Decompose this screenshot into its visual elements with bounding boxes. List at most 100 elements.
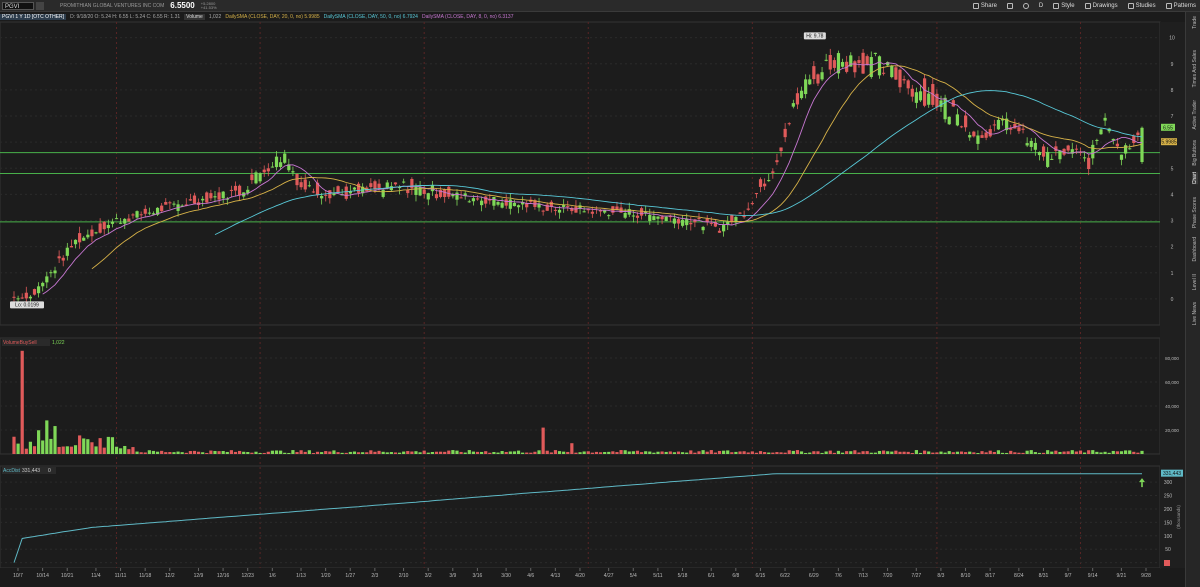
candle-body <box>1087 157 1091 170</box>
candle-body <box>459 197 463 199</box>
volume-bar <box>102 447 106 454</box>
accdist-value: 331,443 <box>22 468 40 474</box>
volume-bar <box>303 451 307 454</box>
candle-body <box>754 193 759 195</box>
candle-body <box>914 92 918 103</box>
volume-bar <box>918 452 923 454</box>
volume-bar <box>213 450 217 454</box>
volume-bar <box>1099 452 1103 454</box>
volume-bar <box>771 452 775 454</box>
volume-bar <box>135 451 139 454</box>
volume-bar <box>426 452 430 454</box>
last-price-tag-label: 6.55 <box>1163 125 1173 131</box>
x-tick-label: 5/11 <box>653 573 663 579</box>
candle-body <box>992 124 996 126</box>
candle-body <box>648 214 652 222</box>
candle-body <box>816 74 820 84</box>
volume-bar <box>1087 450 1091 454</box>
volume-tick-label: 80,000 <box>1165 356 1179 361</box>
candle-body <box>598 210 603 212</box>
volume-bar <box>639 452 644 454</box>
accdist-tick-label: 300 <box>1164 480 1173 486</box>
volume-bar <box>344 452 348 454</box>
candle-body <box>233 185 238 191</box>
candle-body <box>590 211 594 214</box>
candle-body <box>808 79 812 85</box>
candle-body <box>1033 142 1037 150</box>
sidebar-tab-phase-scores[interactable]: Phase Scores <box>1192 197 1198 228</box>
volume-bar <box>373 451 377 454</box>
volume-bar <box>988 450 992 454</box>
volume-bar <box>955 451 960 454</box>
volume-bar <box>1029 450 1033 454</box>
candle-body <box>771 171 775 173</box>
volume-bar <box>291 450 295 454</box>
volume-bar <box>1054 450 1058 454</box>
sidebar-tab-level-ii[interactable]: Level II <box>1192 274 1198 290</box>
volume-bar <box>205 452 209 454</box>
accdist-tick-label: 250 <box>1164 494 1173 500</box>
chart-canvas[interactable]: 012345678910Hi: 9.78Lo: 0.01996.555.9985… <box>0 0 1185 587</box>
candle-body <box>82 237 86 241</box>
sidebar-tab-trade[interactable]: Trade <box>1192 16 1198 29</box>
candle-body <box>369 183 373 187</box>
volume-bar <box>980 451 984 454</box>
volume-bar <box>557 451 562 454</box>
volume-bar <box>1128 450 1132 454</box>
candle-body <box>955 114 960 126</box>
candle-body <box>701 226 705 231</box>
candle-body <box>168 202 172 204</box>
volume-bar <box>976 453 980 454</box>
volume-bar <box>877 450 882 454</box>
volume-bar <box>824 451 828 454</box>
volume-bar <box>931 452 935 454</box>
volume-bar <box>845 451 849 454</box>
candle-body <box>853 61 857 73</box>
x-tick-label: 4/6 <box>527 573 534 579</box>
volume-bar <box>574 452 578 454</box>
volume-bar <box>434 451 439 454</box>
volume-bar <box>356 452 361 454</box>
candle-body <box>738 212 742 214</box>
candle-body <box>791 103 795 107</box>
sidebar-tab-chart[interactable]: Chart <box>1192 172 1198 185</box>
accdist-unit-label: (thousands) <box>1176 505 1181 529</box>
sidebar-tab-live-news[interactable]: Live News <box>1192 302 1198 325</box>
candle-body <box>1103 117 1107 121</box>
volume-bar <box>37 430 41 454</box>
candle-body <box>783 128 787 138</box>
candle-body <box>804 79 808 95</box>
volume-bar <box>1066 451 1070 454</box>
volume-bar <box>816 451 820 454</box>
candle-body <box>660 216 664 220</box>
candle-body <box>964 115 968 128</box>
candle-body <box>426 193 430 200</box>
sidebar-tab-dashboard[interactable]: Dashboard <box>1192 237 1198 261</box>
volume-bar <box>238 450 242 454</box>
volume-bar <box>221 451 225 454</box>
accdist-tick-label: 50 <box>1165 547 1171 553</box>
x-tick-label: 2/10 <box>399 573 409 579</box>
x-tick-label: 6/8 <box>732 573 739 579</box>
x-tick-label: 4/13 <box>550 573 560 579</box>
volume-bar <box>459 451 463 454</box>
candle-body <box>32 289 37 295</box>
candle-body <box>504 199 508 206</box>
candle-body <box>722 224 726 232</box>
volume-bar <box>582 451 586 454</box>
volume-bar <box>1070 450 1074 454</box>
sidebar-tab-active-trader[interactable]: Active Trader <box>1192 100 1198 129</box>
volume-bar <box>734 451 738 454</box>
sidebar-tab-times-and-sales[interactable]: Times And Sales <box>1192 50 1198 87</box>
volume-bar <box>24 448 28 454</box>
volume-bar <box>447 450 451 454</box>
volume-bar <box>49 438 53 454</box>
candle-body <box>291 171 295 173</box>
candle-body <box>988 129 992 137</box>
x-tick-label: 9/14 <box>1088 573 1098 579</box>
volume-bar <box>139 452 143 454</box>
volume-bar <box>516 450 521 454</box>
candle-body <box>24 292 28 299</box>
volume-panel-value: 1,022 <box>52 340 65 346</box>
sidebar-tab-big-buttons[interactable]: Big Buttons <box>1192 140 1198 166</box>
